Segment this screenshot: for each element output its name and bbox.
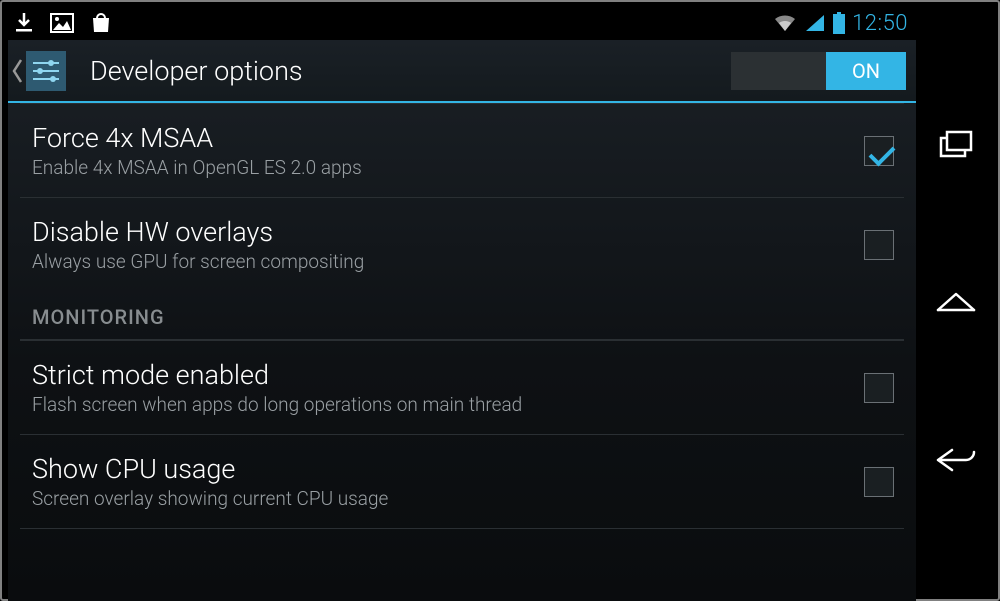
checkbox[interactable]: [864, 136, 894, 166]
checkbox[interactable]: [864, 230, 894, 260]
download-icon: [14, 12, 34, 34]
device-frame: 12:50: [0, 0, 1000, 601]
recents-icon: [939, 130, 973, 160]
back-button[interactable]: [931, 435, 981, 485]
status-bar: 12:50: [8, 6, 916, 40]
system-nav-bar: [916, 6, 996, 599]
battery-icon: [832, 12, 846, 34]
settings-list: Force 4x MSAA Enable 4x MSAA in OpenGL E…: [8, 103, 916, 529]
setting-title: Show CPU usage: [32, 453, 864, 485]
divider: [20, 528, 904, 529]
up-button[interactable]: [8, 40, 90, 101]
signal-icon: [804, 13, 826, 33]
screen: 12:50: [8, 6, 916, 601]
setting-subtitle: Always use GPU for screen compositing: [32, 250, 864, 273]
action-bar: Developer options ON: [8, 40, 916, 103]
back-icon: [934, 446, 978, 474]
setting-title: Disable HW overlays: [32, 216, 864, 248]
master-switch[interactable]: ON: [731, 52, 906, 90]
page-title: Developer options: [90, 55, 303, 87]
setting-title: Force 4x MSAA: [32, 122, 864, 154]
setting-subtitle: Flash screen when apps do long operation…: [32, 393, 864, 416]
settings-sliders-icon: [26, 51, 66, 91]
checkbox[interactable]: [864, 373, 894, 403]
clock-label: 12:50: [852, 11, 908, 36]
setting-title: Strict mode enabled: [32, 359, 864, 391]
picture-icon: [50, 13, 74, 33]
shopping-bag-icon: [90, 12, 112, 34]
checkbox[interactable]: [864, 467, 894, 497]
setting-row-show-cpu-usage[interactable]: Show CPU usage Screen overlay showing cu…: [8, 435, 916, 528]
section-header-monitoring: MONITORING: [8, 291, 916, 339]
home-button[interactable]: [931, 277, 981, 327]
switch-thumb-label: ON: [826, 52, 906, 90]
setting-subtitle: Screen overlay showing current CPU usage: [32, 487, 864, 510]
setting-subtitle: Enable 4x MSAA in OpenGL ES 2.0 apps: [32, 156, 864, 179]
chevron-left-icon: [8, 40, 26, 101]
setting-row-force-msaa[interactable]: Force 4x MSAA Enable 4x MSAA in OpenGL E…: [8, 104, 916, 197]
home-icon: [935, 290, 977, 314]
recents-button[interactable]: [931, 120, 981, 170]
setting-row-strict-mode[interactable]: Strict mode enabled Flash screen when ap…: [8, 341, 916, 434]
wifi-icon: [772, 13, 798, 33]
setting-row-disable-hw-overlays[interactable]: Disable HW overlays Always use GPU for s…: [8, 198, 916, 291]
